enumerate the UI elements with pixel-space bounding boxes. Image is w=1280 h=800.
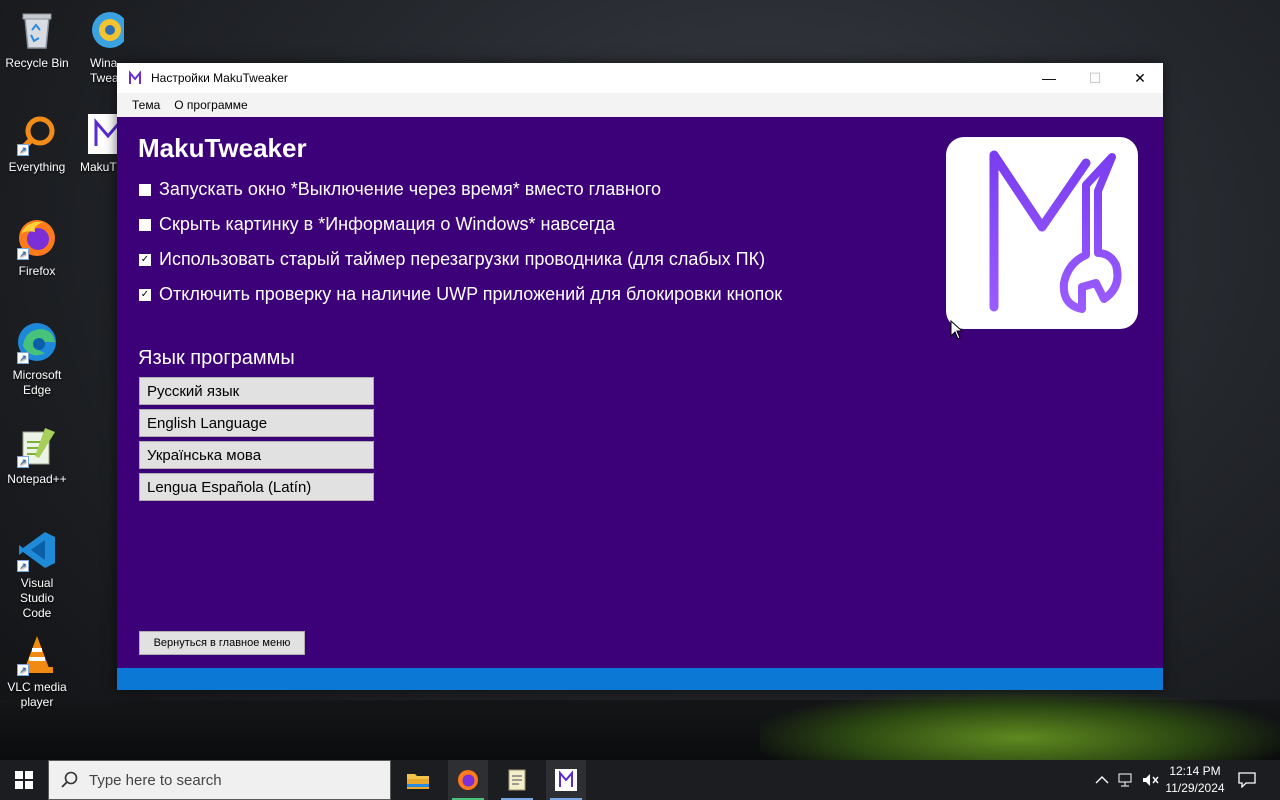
- shortcut-arrow-icon: ↗: [17, 352, 29, 364]
- notepad-plus-plus-icon: ↗: [15, 424, 59, 468]
- option-checkbox-checked[interactable]: ✓: [139, 288, 151, 301]
- menu-theme[interactable]: Тема: [125, 98, 167, 112]
- desktop-icon-firefox[interactable]: ↗ Firefox: [4, 216, 70, 279]
- file-explorer-icon: [407, 774, 429, 789]
- language-button-russian[interactable]: Русский язык: [139, 377, 374, 405]
- makutweaker-logo-icon: [989, 150, 1122, 313]
- desktop-icon-vlc[interactable]: ↗ VLC media player: [4, 632, 70, 710]
- notepad-icon: [508, 769, 526, 791]
- firefox-icon: [458, 770, 478, 790]
- taskbar-app-makutweaker[interactable]: [546, 760, 586, 800]
- shortcut-arrow-icon: ↗: [17, 560, 29, 572]
- firefox-icon: ↗: [15, 216, 59, 260]
- makutweaker-logo: [946, 137, 1138, 329]
- desktop-icon-edge[interactable]: ↗ Microsoft Edge: [4, 320, 70, 398]
- minimize-button[interactable]: —: [1026, 63, 1072, 93]
- language-button-ukrainian[interactable]: Українська мова: [139, 441, 374, 469]
- language-section-title: Язык программы: [138, 347, 295, 369]
- desktop-icon-label: Recycle Bin: [5, 56, 69, 70]
- option-shutdown-timer-startup[interactable]: Запускать окно *Выключение через время* …: [139, 179, 661, 200]
- edge-icon: ↗: [15, 320, 59, 364]
- desktop-icon-notepad-plus-plus[interactable]: ↗ Notepad++: [4, 424, 70, 487]
- option-old-explorer-timer[interactable]: ✓ Использовать старый таймер перезагрузк…: [139, 249, 765, 270]
- makutweaker-icon: [555, 769, 577, 791]
- back-to-main-menu-button[interactable]: Вернуться в главное меню: [139, 631, 305, 655]
- search-placeholder: Type here to search: [89, 771, 222, 789]
- window-titlebar[interactable]: Настройки MakuTweaker — ☐ ✕: [117, 63, 1163, 93]
- maximize-button[interactable]: ☐: [1072, 63, 1118, 93]
- desktop-icon-label: Everything: [8, 160, 66, 174]
- desktop-icon-label: Firefox: [18, 264, 56, 278]
- recycle-bin-icon: [15, 8, 59, 52]
- status-bar: [117, 668, 1163, 690]
- clock-date: 11/29/2024: [1165, 781, 1225, 795]
- desktop-tent-glow: [760, 690, 1280, 770]
- desktop-icon-label: VLC media player: [7, 680, 67, 709]
- language-button-english[interactable]: English Language: [139, 409, 374, 437]
- start-button[interactable]: [0, 760, 48, 800]
- taskbar-app-firefox[interactable]: [448, 760, 488, 800]
- desktop-icon-everything[interactable]: ↗ Everything: [4, 112, 70, 175]
- option-label: Запускать окно *Выключение через время* …: [159, 179, 661, 199]
- option-label: Использовать старый таймер перезагрузки …: [159, 249, 766, 269]
- close-button[interactable]: ✕: [1117, 63, 1163, 93]
- windows-logo-icon: [15, 771, 33, 789]
- makutweaker-icon: [129, 70, 141, 84]
- page-title: MakuTweaker: [138, 133, 307, 163]
- shortcut-arrow-icon: ↗: [17, 144, 29, 156]
- desktop-icon-makutweaker[interactable]: MakuT: [80, 112, 117, 175]
- tray-volume[interactable]: [1142, 760, 1160, 800]
- taskbar-app-file-explorer[interactable]: [398, 760, 438, 800]
- taskbar-search-box[interactable]: Type here to search: [48, 760, 391, 800]
- option-disable-uwp-check[interactable]: ✓ Отключить проверку на наличие UWP прил…: [139, 284, 782, 305]
- desktop-icon-recycle-bin[interactable]: Recycle Bin: [4, 8, 70, 71]
- desktop-icon-label: Microsoft Edge: [12, 368, 62, 397]
- chevron-up-icon: [1095, 776, 1109, 784]
- desktop-icon-label: Visual Studio Code: [19, 576, 55, 620]
- shortcut-arrow-icon: ↗: [17, 456, 29, 468]
- notification-center-icon: [1238, 772, 1256, 788]
- shortcut-arrow-icon: ↗: [17, 664, 29, 676]
- option-label: Скрыть картинку в *Информация о Windows*…: [159, 214, 616, 234]
- taskbar-clock[interactable]: 12:14 PM 11/29/2024: [1160, 763, 1230, 797]
- settings-content: MakuTweaker Запускать окно *Выключение ч…: [117, 117, 1163, 668]
- makutweaker-settings-window: Настройки MakuTweaker — ☐ ✕ Тема О прогр…: [117, 63, 1163, 690]
- tray-show-hidden-icon[interactable]: [1095, 760, 1109, 800]
- desktop-icon-label: Notepad++: [7, 472, 67, 486]
- clock-time: 12:14 PM: [1169, 764, 1221, 778]
- taskbar: Type here to search 12:14 PM 11/29/2024: [0, 760, 1280, 800]
- taskbar-app-notepad[interactable]: [497, 760, 537, 800]
- menu-about[interactable]: О программе: [167, 98, 254, 112]
- desktop-icon-vscode[interactable]: ↗ Visual Studio Code: [4, 528, 70, 621]
- option-checkbox[interactable]: [139, 183, 151, 196]
- option-checkbox-checked[interactable]: ✓: [139, 253, 151, 266]
- option-hide-winver-picture[interactable]: Скрыть картинку в *Информация о Windows*…: [139, 214, 615, 235]
- shortcut-arrow-icon: ↗: [17, 248, 29, 260]
- window-title: Настройки MakuTweaker: [151, 71, 288, 85]
- makutweaker-icon: [86, 112, 117, 156]
- option-label: Отключить проверку на наличие UWP прилож…: [159, 284, 783, 304]
- winaero-tweaker-icon: [88, 8, 124, 52]
- language-button-spanish[interactable]: Lengua Española (Latín): [139, 473, 374, 501]
- vscode-icon: ↗: [15, 528, 59, 572]
- menu-bar: Тема О программе: [117, 93, 1163, 117]
- mouse-cursor-icon: [950, 320, 962, 340]
- tray-notifications[interactable]: [1238, 760, 1256, 800]
- option-checkbox[interactable]: [139, 218, 151, 231]
- desktop-icon-label: MakuT: [80, 160, 117, 174]
- tray-network[interactable]: [1118, 760, 1136, 800]
- everything-search-icon: ↗: [15, 112, 59, 156]
- vlc-icon: ↗: [15, 632, 59, 676]
- network-icon: [1118, 773, 1132, 787]
- volume-muted-icon: [1143, 774, 1159, 786]
- search-icon: [61, 771, 78, 788]
